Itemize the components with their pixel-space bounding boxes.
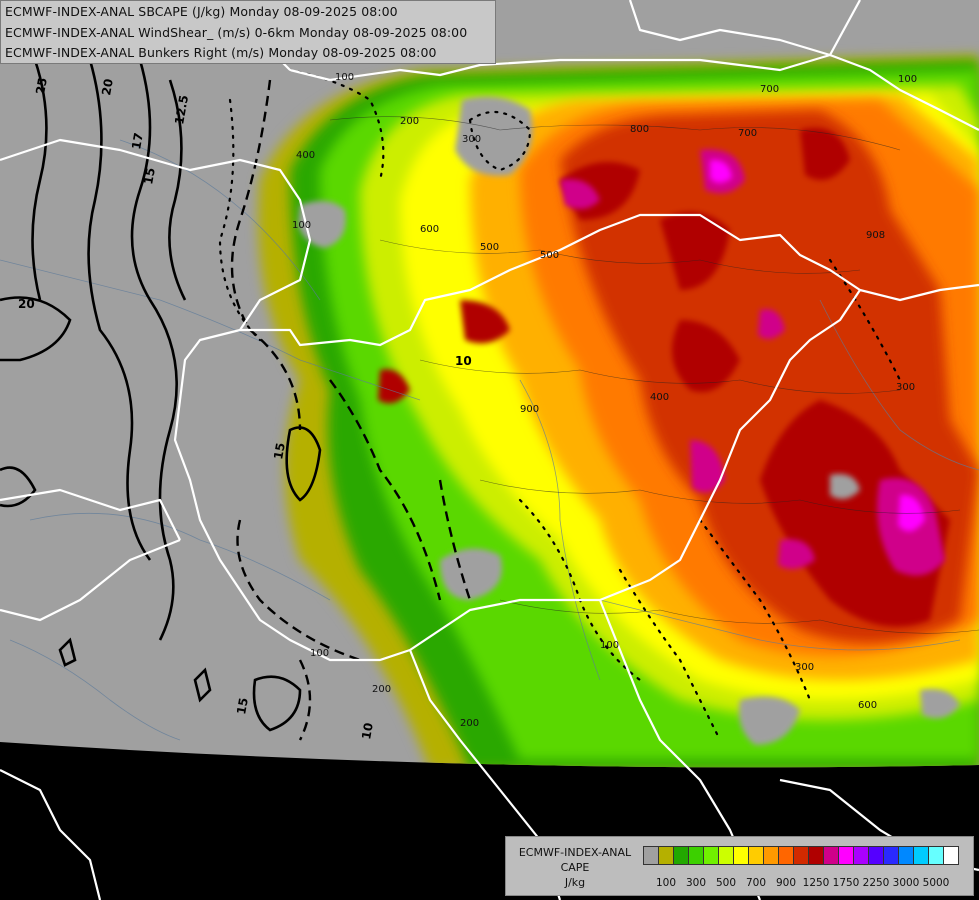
cape-label: 600	[420, 224, 439, 235]
cape-label: 900	[520, 404, 539, 415]
legend-tick-label: 3000	[892, 877, 920, 889]
legend-swatch	[658, 846, 674, 865]
cape-label: 800	[630, 124, 649, 135]
legend-swatch	[748, 846, 764, 865]
legend-swatch	[673, 846, 689, 865]
cape-label: 300	[896, 382, 915, 393]
legend-title: ECMWF-INDEX-ANAL CAPE J/kg	[510, 845, 640, 890]
cape-label: 908	[866, 230, 885, 241]
field-area	[0, 0, 979, 768]
cape-label: 700	[738, 128, 757, 139]
legend-swatch	[808, 846, 824, 865]
title-box: ECMWF-INDEX-ANAL SBCAPE (J/kg) Monday 08…	[0, 0, 496, 64]
cape-label: 600	[858, 700, 877, 711]
legend-swatch	[928, 846, 944, 865]
legend-tick-label: 100	[655, 877, 677, 889]
cape-label: 100	[335, 72, 354, 83]
legend-swatch	[718, 846, 734, 865]
legend-tick-label: 500	[715, 877, 737, 889]
cape-label: 700	[760, 84, 779, 95]
legend-unit: J/kg	[564, 876, 586, 889]
legend-swatch	[898, 846, 914, 865]
cape-label: 200	[460, 718, 479, 729]
legend-swatches	[643, 846, 959, 865]
legend-swatch	[823, 846, 839, 865]
legend-variable: CAPE	[560, 861, 590, 874]
cape-label: 100	[600, 640, 619, 651]
legend-tick-label: 900	[775, 877, 797, 889]
cape-map: 25 20 17 15 12.5 20 15 15 10 10 100 100 …	[0, 0, 979, 900]
cape-label: 200	[400, 116, 419, 127]
shear-label: 10	[455, 354, 472, 368]
shear-label: 15	[141, 167, 158, 186]
legend-swatch	[943, 846, 959, 865]
shear-label: 20	[99, 78, 116, 97]
legend-swatch	[778, 846, 794, 865]
legend-swatch	[883, 846, 899, 865]
cape-label: 500	[480, 242, 499, 253]
legend-swatch	[643, 846, 659, 865]
legend-source: ECMWF-INDEX-ANAL	[518, 846, 632, 859]
legend-tick-label: 1750	[832, 877, 860, 889]
cape-label: 100	[292, 220, 311, 231]
legend-tick-label: 700	[745, 877, 767, 889]
shear-label: 10	[359, 722, 376, 741]
title-line-sbcape: ECMWF-INDEX-ANAL SBCAPE (J/kg) Monday 08…	[5, 4, 398, 19]
cape-legend: ECMWF-INDEX-ANAL CAPE J/kg 100 300 500 700 9…	[505, 836, 974, 896]
legend-swatch	[763, 846, 779, 865]
cape-label: 300	[462, 134, 481, 145]
title-line-bunkers: ECMWF-INDEX-ANAL Bunkers Right (m/s) Mon…	[5, 45, 437, 60]
legend-swatch	[868, 846, 884, 865]
legend-swatch	[793, 846, 809, 865]
legend-swatch	[913, 846, 929, 865]
title-line-windshear: ECMWF-INDEX-ANAL WindShear_ (m/s) 0-6km …	[5, 25, 468, 40]
cape-label: 200	[372, 684, 391, 695]
legend-swatch	[703, 846, 719, 865]
legend-tick-label: 5000	[922, 877, 950, 889]
shear-label: 25	[33, 77, 50, 96]
legend-tick-label: 2250	[862, 877, 890, 889]
shear-label: 20	[18, 297, 35, 311]
cape-label: 300	[795, 662, 814, 673]
legend-swatch	[838, 846, 854, 865]
legend-swatch	[853, 846, 869, 865]
legend-tick-label: 300	[685, 877, 707, 889]
cape-label: 100	[310, 648, 329, 659]
cape-label: 400	[296, 150, 315, 161]
legend-tick-label: 1250	[802, 877, 830, 889]
shear-label: 15	[271, 442, 288, 461]
shear-label: 17	[129, 132, 146, 151]
cape-label: 400	[650, 392, 669, 403]
cape-label: 100	[898, 74, 917, 85]
legend-swatch	[688, 846, 704, 865]
legend-swatch	[733, 846, 749, 865]
cape-label: 500	[540, 250, 559, 261]
shear-label: 15	[234, 697, 251, 716]
